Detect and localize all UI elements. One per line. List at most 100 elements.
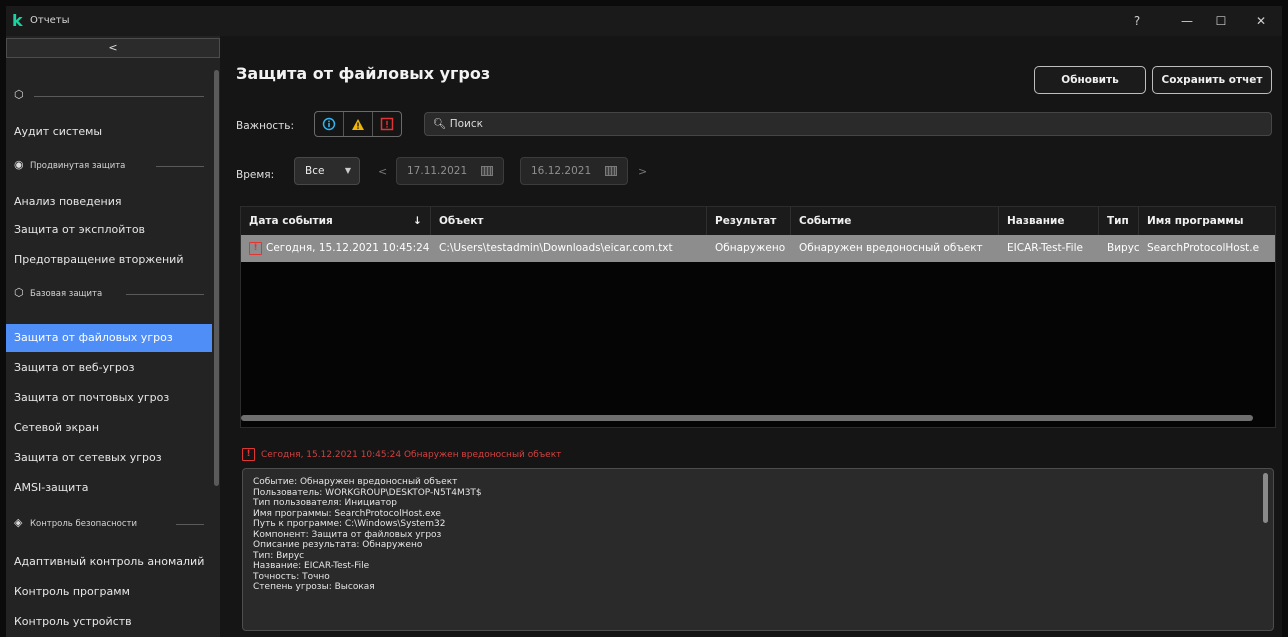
sidebar-scrollbar[interactable] bbox=[214, 70, 219, 486]
sidebar-item-firewall[interactable]: Сетевой экран bbox=[6, 414, 212, 442]
sidebar: < ⬡ Аудит системы ◉ Продвинутая защита А… bbox=[6, 36, 220, 637]
detail-line: Пользователь: WORKGROUP\DESKTOP-N5T4M3T$ bbox=[253, 487, 482, 498]
severity-filter bbox=[314, 111, 402, 137]
detail-line: Степень угрозы: Высокая bbox=[253, 582, 375, 592]
time-period-dropdown[interactable]: Все ▼ bbox=[294, 157, 360, 185]
selected-event-summary: ! Сегодня, 15.12.2021 10:45:24 Обнаружен… bbox=[242, 448, 561, 461]
detail-line: Событие: Обнаружен вредоносный объект bbox=[253, 477, 458, 487]
sort-arrow-icon: ↓ bbox=[413, 215, 422, 227]
kaspersky-logo-icon: k bbox=[12, 11, 23, 30]
sidebar-item-mail-threat-protection[interactable]: Защита от почтовых угроз bbox=[6, 384, 212, 412]
sidebar-group-label: Продвинутая защита bbox=[30, 161, 126, 171]
sidebar-item-web-threat-protection[interactable]: Защита от веб-угроз bbox=[6, 354, 212, 382]
sidebar-item-application-control[interactable]: Контроль программ bbox=[6, 578, 212, 606]
detail-line: Название: EICAR-Test-File bbox=[253, 561, 370, 571]
next-period-button[interactable]: > bbox=[638, 165, 647, 178]
sidebar-item-network-threat-protection[interactable]: Защита от сетевых угроз bbox=[6, 444, 212, 472]
table-cell-type: Вирус bbox=[1107, 242, 1139, 254]
event-details-panel[interactable]: Событие: Обнаружен вредоносный объект По… bbox=[242, 468, 1274, 631]
detail-line: Точность: Точно bbox=[253, 571, 330, 582]
detail-line: Описание результата: Обнаружено bbox=[253, 540, 423, 550]
severity-info-toggle[interactable] bbox=[315, 112, 344, 136]
refresh-button[interactable]: Обновить bbox=[1034, 66, 1146, 94]
sidebar-group-advanced-protection: ◉ Продвинутая защита bbox=[6, 150, 212, 182]
sidebar-item-file-threat-protection[interactable]: Защита от файловых угроз bbox=[6, 324, 212, 352]
divider bbox=[156, 166, 204, 167]
maximize-button[interactable]: ☐ bbox=[1206, 11, 1236, 31]
sidebar-item-system-audit[interactable]: Аудит системы bbox=[6, 118, 212, 146]
severity-label: Важность: bbox=[236, 120, 295, 132]
sidebar-item-intrusion-prevention[interactable]: Предотвращение вторжений bbox=[6, 246, 212, 274]
sidebar-item-adaptive-anomaly-control[interactable]: Адаптивный контроль аномалий bbox=[6, 548, 212, 576]
critical-icon: ! bbox=[249, 241, 262, 255]
detail-line: Имя программы: SearchProtocolHost.exe bbox=[253, 508, 441, 519]
help-button[interactable]: ? bbox=[1122, 11, 1152, 31]
sidebar-group-security-controls: ◈ Контроль безопасности bbox=[6, 508, 212, 540]
table-cell-event: Обнаружен вредоносный объект bbox=[799, 242, 983, 254]
shield-control-icon: ◈ bbox=[14, 516, 23, 529]
time-label: Время: bbox=[236, 169, 275, 181]
sidebar-group-header: ⬡ bbox=[6, 80, 212, 112]
chevron-left-icon: < bbox=[108, 41, 118, 54]
table-cell-event-date: ! Сегодня, 15.12.2021 10:45:24 bbox=[241, 235, 431, 262]
date-from-value: 17.11.2021 bbox=[407, 165, 468, 177]
table-cell-program-name: SearchProtocolHost.e bbox=[1147, 242, 1260, 254]
detail-line: Тип пользователя: Инициатор bbox=[253, 498, 397, 508]
minimize-button[interactable]: — bbox=[1172, 11, 1202, 31]
column-header-name[interactable]: Название bbox=[999, 207, 1099, 235]
critical-icon: ! bbox=[242, 448, 255, 461]
column-header-type[interactable]: Тип bbox=[1099, 207, 1139, 235]
column-header-program-name[interactable]: Имя программы bbox=[1139, 207, 1275, 235]
details-vertical-scrollbar[interactable] bbox=[1263, 473, 1268, 523]
column-header-event-date[interactable]: Дата события ↓ bbox=[241, 207, 431, 235]
table-cell-object: C:\Users\testadmin\Downloads\eicar.com.t… bbox=[439, 242, 673, 254]
column-header-result[interactable]: Результат bbox=[707, 207, 791, 235]
sidebar-item-device-control[interactable]: Контроль устройств bbox=[6, 608, 212, 636]
save-report-button[interactable]: Сохранить отчет bbox=[1152, 66, 1272, 94]
column-header-object[interactable]: Объект bbox=[431, 207, 707, 235]
sidebar-group-basic-protection: ⬡ Базовая защита bbox=[6, 278, 212, 310]
chevron-down-icon: ▼ bbox=[344, 166, 351, 175]
date-to-value: 16.12.2021 bbox=[531, 165, 592, 177]
table-row[interactable]: ! Сегодня, 15.12.2021 10:45:24 C:\Users\t… bbox=[241, 235, 1275, 262]
page-title: Защита от файловых угроз bbox=[236, 64, 491, 83]
divider bbox=[126, 294, 204, 295]
previous-period-button[interactable]: < bbox=[378, 165, 387, 178]
main-panel: Защита от файловых угроз Обновить Сохран… bbox=[226, 36, 1282, 637]
sidebar-item-amsi-protection[interactable]: AMSI-защита bbox=[6, 474, 212, 502]
detail-line: Путь к программе: C:\Windows\System32 bbox=[253, 519, 446, 529]
table-cell-name: EICAR-Test-File bbox=[1007, 242, 1083, 254]
selected-event-summary-text: Сегодня, 15.12.2021 10:45:24 Обнаружен в… bbox=[261, 449, 562, 460]
search-placeholder: Поиск bbox=[449, 118, 483, 130]
column-header-event[interactable]: Событие bbox=[791, 207, 999, 235]
close-button[interactable]: ✕ bbox=[1246, 11, 1276, 31]
severity-critical-toggle[interactable] bbox=[373, 112, 401, 136]
app-window: k Отчеты ? — ☐ ✕ < ⬡ Аудит системы ◉ Про… bbox=[6, 6, 1282, 637]
time-period-value: Все bbox=[305, 165, 325, 177]
shield-outline-icon: ⬡ bbox=[14, 88, 24, 101]
table-cell-result: Обнаружено bbox=[715, 242, 786, 254]
sidebar-group-label: Контроль безопасности bbox=[30, 519, 138, 529]
date-to-field[interactable]: 16.12.2021 bbox=[520, 157, 628, 185]
search-input[interactable]: 🔍︎ Поиск bbox=[424, 112, 1272, 136]
sidebar-item-exploit-protection[interactable]: Защита от эксплойтов bbox=[6, 216, 212, 244]
title-bar: k Отчеты ? — ☐ ✕ bbox=[6, 6, 1282, 36]
calendar-icon[interactable] bbox=[605, 166, 617, 176]
table-horizontal-scrollbar[interactable] bbox=[241, 415, 1253, 421]
sidebar-item-behavior-analysis[interactable]: Анализ поведения bbox=[6, 188, 212, 216]
window-title: Отчеты bbox=[30, 15, 70, 26]
divider bbox=[34, 96, 204, 97]
calendar-icon[interactable] bbox=[481, 166, 493, 176]
sidebar-collapse-button[interactable]: < bbox=[6, 38, 220, 58]
search-icon: 🔍︎ bbox=[433, 118, 447, 130]
events-table: Дата события ↓ Объект Результат Событие … bbox=[240, 206, 1276, 428]
sidebar-group-label: Базовая защита bbox=[30, 289, 103, 299]
divider bbox=[176, 524, 204, 525]
critical-icon bbox=[380, 117, 394, 131]
severity-warning-toggle[interactable] bbox=[344, 112, 373, 136]
table-header: Дата события ↓ Объект Результат Событие … bbox=[241, 207, 1275, 235]
info-icon bbox=[322, 117, 336, 131]
date-from-field[interactable]: 17.11.2021 bbox=[396, 157, 504, 185]
detail-line: Тип: Вирус bbox=[253, 550, 305, 561]
shield-outline-icon: ⬡ bbox=[14, 286, 24, 299]
